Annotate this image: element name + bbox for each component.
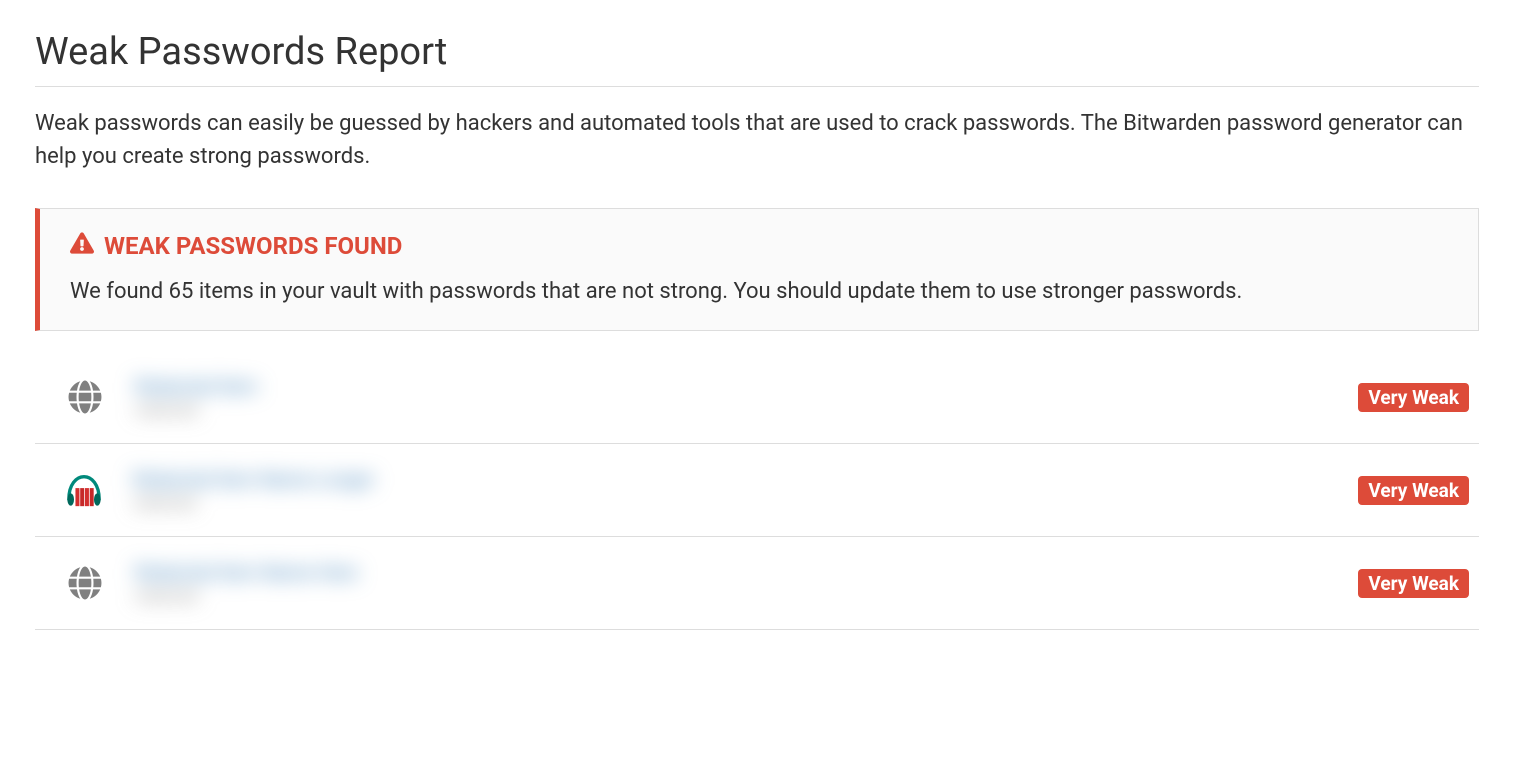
strength-badge: Very Weak	[1358, 569, 1469, 598]
vault-item-sub: redacted	[135, 586, 1328, 605]
vault-item-name[interactable]: Redacted Item Name Here	[135, 561, 358, 584]
vault-item-row[interactable]: Redacted Item Name Here redacted Very We…	[35, 537, 1479, 630]
headphones-books-icon	[65, 471, 103, 509]
vault-item-row[interactable]: Redacted Item redacted Very Weak	[35, 351, 1479, 444]
globe-icon	[65, 563, 105, 603]
page-description: Weak passwords can easily be guessed by …	[35, 107, 1479, 173]
globe-icon	[65, 377, 105, 417]
alert-message: We found 65 items in your vault with pas…	[70, 275, 1448, 308]
vault-item-name[interactable]: Redacted Item	[135, 375, 258, 398]
vault-item-sub: redacted	[133, 493, 1328, 512]
vault-item-content: Redacted Item Name Here redacted	[135, 561, 1328, 605]
alert-weak-passwords: Weak Passwords Found We found 65 items i…	[35, 208, 1479, 331]
strength-badge: Very Weak	[1358, 383, 1469, 412]
warning-triangle-icon	[70, 231, 94, 261]
alert-title-row: Weak Passwords Found	[70, 231, 1448, 261]
vault-item-list: Redacted Item redacted Very Weak Redacte…	[35, 351, 1479, 630]
vault-item-content: Redacted Item Name Longer redacted	[133, 468, 1328, 512]
vault-item-name[interactable]: Redacted Item Name Longer	[133, 468, 374, 491]
vault-item-content: Redacted Item redacted	[135, 375, 1328, 419]
page-title: Weak Passwords Report	[35, 30, 1479, 87]
vault-item-sub: redacted	[135, 400, 1328, 419]
strength-badge: Very Weak	[1358, 476, 1469, 505]
vault-item-row[interactable]: Redacted Item Name Longer redacted Very …	[35, 444, 1479, 537]
alert-title-text: Weak Passwords Found	[104, 232, 402, 260]
